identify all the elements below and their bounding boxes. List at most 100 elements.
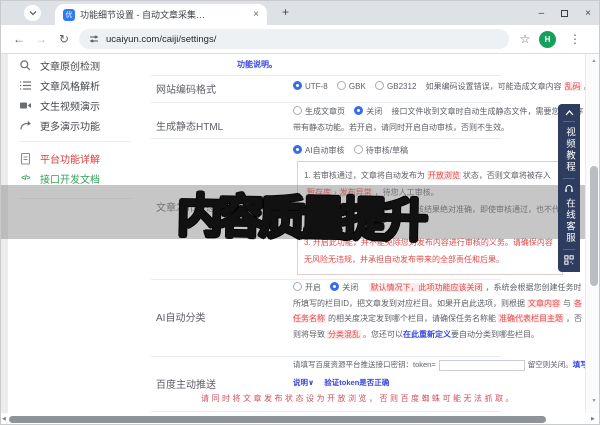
static-html-label: 生成静态HTML — [156, 122, 224, 133]
radio-classify-off[interactable]: 关闭 — [330, 282, 358, 292]
radio-selected-icon — [354, 106, 364, 115]
collapse-chevron-icon[interactable] — [565, 110, 574, 116]
sidebar-item-more-demos[interactable]: 更多演示功能 — [19, 118, 100, 133]
video-tutorial-button[interactable]: 视频教程 — [562, 127, 576, 173]
sidebar-item-text-to-video[interactable]: 文生视频演示 — [19, 98, 100, 113]
feature-description-link[interactable]: 功能说明。 — [237, 57, 277, 73]
static-html-options: 生成文章页 关闭 接口文件收到文章时自动生成静态文件，需要您的程序带有静态功能。… — [293, 104, 585, 137]
tab-strip: 优 功能细节设置 - 自动文章采集… × + – × — [1, 1, 599, 25]
chevron-down-icon — [29, 10, 37, 16]
baidu-links-line: 说明∨ 验证token是否正确 — [293, 375, 585, 390]
radio-icon — [375, 81, 385, 90]
watermark-text: 内容质量提升 — [175, 188, 425, 248]
reload-button[interactable]: ↻ — [54, 25, 74, 53]
radio-selected-icon — [293, 81, 302, 90]
qr-code-icon[interactable] — [564, 255, 574, 265]
scroll-left-icon[interactable]: ◀ — [2, 416, 6, 422]
radio-draft[interactable]: 待审核/草稿 — [353, 145, 408, 155]
url-text: ucaiyun.com/caiji/settings/ — [106, 33, 217, 45]
search-icon — [19, 59, 32, 72]
baidu-push-warning: 请同时将文章发布状态设为开放浏览，否则百度蜘蛛可能无法抓取。 — [201, 394, 516, 403]
verify-token-link[interactable]: 验证token是否正确 — [324, 378, 389, 387]
site-settings-icon[interactable] — [89, 34, 99, 44]
scroll-down-icon[interactable]: ▼ — [586, 398, 599, 404]
browser-toolbar: ← → ↻ ucaiyun.com/caiji/settings/ ☆ H ⋮ — [1, 25, 599, 54]
sidebar-item-label: 文生视频演示 — [40, 102, 100, 113]
row-separator — [151, 411, 501, 412]
ai-classify-label: AI自动分类 — [156, 313, 206, 324]
radio-static-off[interactable]: 关闭 — [354, 106, 382, 116]
new-tab-button[interactable]: + — [282, 5, 289, 19]
share-arrow-icon — [19, 119, 32, 132]
sidebar-item-label: 更多演示功能 — [40, 122, 100, 133]
fill-instructions-link[interactable]: 说明∨ — [293, 378, 314, 387]
sidebar-item-label: 文章风格解析 — [40, 82, 100, 93]
horizontal-scrollbar-thumb[interactable] — [9, 416, 546, 423]
encoding-format-label: 网站编码格式 — [156, 85, 216, 96]
headset-icon — [564, 184, 574, 193]
radio-icon — [336, 81, 346, 90]
radio-generate-page[interactable]: 生成文章页 — [293, 106, 345, 116]
radio-gbk[interactable]: GBK — [336, 81, 366, 91]
vertical-scrollbar[interactable]: ▲ ▼ — [585, 54, 599, 413]
sidebar-item-originality-check[interactable]: 文章原创检测 — [19, 58, 100, 73]
sidebar-item-style-analysis[interactable]: 文章风格解析 — [19, 78, 100, 93]
browser-menu-icon[interactable]: ⋮ — [565, 25, 585, 53]
sidebar-item-label: 接口开发文档 — [40, 175, 100, 186]
scroll-right-icon[interactable]: ▶ — [591, 416, 595, 422]
sidebar-item-api-docs[interactable]: </> 接口开发文档 — [19, 171, 100, 186]
radio-ai-audit[interactable]: AI自动审核 — [293, 145, 345, 155]
video-camera-icon — [19, 99, 32, 112]
floating-help-panel: 视频教程 在线客服 — [558, 104, 580, 272]
vertical-scrollbar-thumb[interactable] — [590, 166, 598, 286]
row-separator — [151, 102, 501, 103]
radio-selected-icon — [293, 145, 302, 154]
panel-divider — [563, 249, 575, 250]
radio-selected-icon — [330, 282, 340, 291]
encoding-format-options: UTF-8 GBK GB2312 如果编码设置错误，可能造成文章内容乱码。 自动… — [293, 79, 599, 95]
code-icon: </> — [21, 175, 30, 182]
online-support-button[interactable]: 在线客服 — [562, 198, 576, 244]
tab-close-icon[interactable]: × — [253, 9, 259, 20]
radio-icon — [293, 106, 302, 115]
token-input[interactable] — [438, 359, 525, 371]
horizontal-scrollbar[interactable]: ◀ ▶ — [1, 413, 599, 424]
forward-button[interactable]: → — [31, 25, 51, 53]
sidebar-item-label: 文章原创检测 — [40, 62, 100, 73]
panel-divider — [563, 178, 575, 179]
back-button[interactable]: ← — [9, 25, 29, 53]
maximize-button[interactable] — [561, 9, 569, 17]
radio-icon — [353, 145, 363, 154]
panel-divider — [563, 121, 575, 122]
left-gutter — [1, 54, 8, 424]
sidebar-divider — [19, 141, 131, 142]
sidebar-item-label: 平台功能详解 — [40, 155, 100, 166]
radio-classify-on[interactable]: 开启 — [293, 282, 321, 292]
baidu-token-line: 请填写百度资源平台推送接口密钥：token= 留空则关闭。填写 — [293, 359, 588, 371]
tab-search-button[interactable] — [24, 5, 41, 21]
window-close-button[interactable]: × — [585, 8, 591, 19]
sidebar-item-platform-features[interactable]: 平台功能详解 — [19, 151, 100, 166]
baidu-push-label: 百度主动推送 — [156, 380, 216, 391]
bookmark-star-icon[interactable]: ☆ — [515, 25, 535, 53]
radio-utf8[interactable]: UTF-8 — [293, 81, 328, 91]
publish-state-options: AI自动审核 待审核/草稿 — [293, 143, 585, 159]
encoding-note: 如果编码设置错误，可能造成文章内容 — [425, 82, 562, 91]
tab-title: 功能细节设置 - 自动文章采集… — [80, 10, 205, 20]
browser-window: 优 功能细节设置 - 自动文章采集… × + – × ← → ↻ ucaiyun… — [0, 0, 600, 425]
profile-avatar[interactable]: H — [539, 31, 556, 48]
scroll-up-icon[interactable]: ▲ — [586, 58, 599, 64]
window-controls: – × — [539, 1, 591, 25]
address-bar[interactable]: ucaiyun.com/caiji/settings/ — [79, 29, 509, 49]
redefine-categories-link[interactable]: 在此重新定义 — [403, 330, 451, 339]
page-content: 文章原创检测 文章风格解析 文生视频演示 更多演示功能 平台功能详解 </> 接… — [1, 54, 599, 424]
row-separator — [151, 75, 501, 76]
ai-classify-warning: 默认情况下，此项功能应该关闭 — [369, 283, 484, 292]
encoding-note-highlight: 乱码 — [563, 82, 582, 91]
minimize-button[interactable]: – — [539, 8, 545, 19]
radio-gb2312[interactable]: GB2312 — [375, 81, 416, 91]
row-separator — [151, 138, 501, 139]
active-tab[interactable]: 优 功能细节设置 - 自动文章采集… × — [55, 4, 267, 25]
site-favicon-icon: 优 — [63, 8, 75, 21]
document-icon — [19, 152, 32, 165]
